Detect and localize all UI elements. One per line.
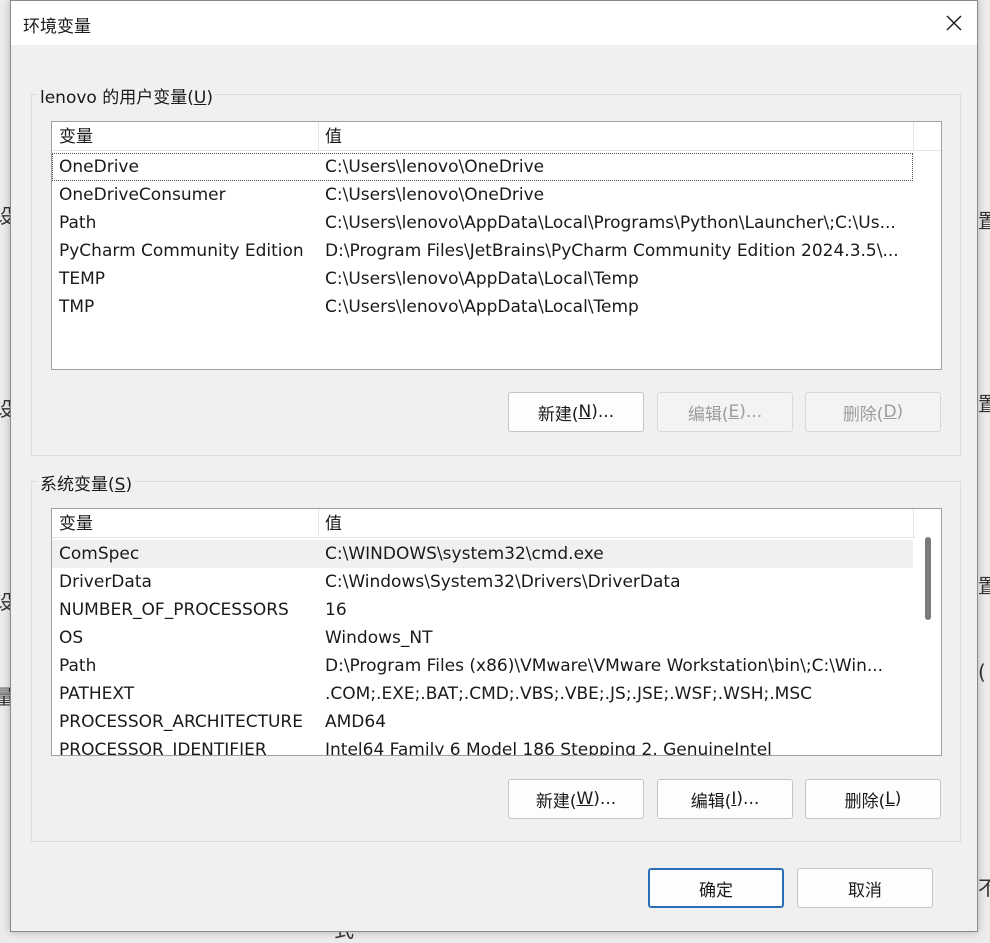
user-edit-button[interactable]: 编辑(E)... xyxy=(657,392,793,432)
variable-name: OS xyxy=(59,628,84,648)
background-fragment: 置 xyxy=(978,209,990,233)
variable-value: 16 xyxy=(325,600,347,620)
vertical-scrollbar[interactable] xyxy=(915,509,941,755)
variable-value: D:\Program Files (x86)\VMware\VMware Wor… xyxy=(325,656,884,676)
table-row[interactable]: OneDriveConsumer C:\Users\lenovo\OneDriv… xyxy=(52,181,913,209)
table-row[interactable]: DriverData C:\Windows\System32\Drivers\D… xyxy=(52,568,913,596)
variable-name: PROCESSOR_ARCHITECTURE xyxy=(59,712,303,732)
table-row[interactable]: Path C:\Users\lenovo\AppData\Local\Progr… xyxy=(52,209,913,237)
table-row[interactable]: OneDrive C:\Users\lenovo\OneDrive xyxy=(52,153,913,181)
variable-value: Windows_NT xyxy=(325,628,433,648)
variable-value: AMD64 xyxy=(325,712,387,732)
variable-name: PROCESSOR_IDENTIFIER xyxy=(59,740,267,756)
system-variables-label: 系统变量(S) xyxy=(38,470,135,495)
scroll-thumb[interactable] xyxy=(925,537,931,620)
variable-value: C:\WINDOWS\system32\cmd.exe xyxy=(325,544,604,564)
variable-name: PyCharm Community Edition xyxy=(59,241,304,261)
ok-button[interactable]: 确定 xyxy=(648,868,784,908)
column-separator[interactable] xyxy=(913,122,914,150)
dialog-title: 环境变量 xyxy=(23,17,91,37)
column-header-name[interactable]: 变量 xyxy=(52,509,318,537)
variable-value: C:\Users\lenovo\OneDrive xyxy=(325,157,545,177)
user-delete-button[interactable]: 删除(D) xyxy=(805,392,941,432)
user-variables-list[interactable]: 变量 值 OneDrive C:\Users\lenovo\OneDrive O… xyxy=(51,121,942,370)
column-header-value[interactable]: 值 xyxy=(318,122,913,150)
user-variables-label: lenovo 的用户变量(U) xyxy=(38,83,215,108)
variable-name: DriverData xyxy=(59,572,152,592)
table-row[interactable]: PyCharm Community Edition D:\Program Fil… xyxy=(52,237,913,265)
environment-variables-dialog: 环境变量 lenovo 的用户变量(U) 变量 值 OneDrive C:\Us… xyxy=(10,0,978,932)
variable-name: OneDriveConsumer xyxy=(59,185,226,205)
variable-value: D:\Program Files\JetBrains\PyCharm Commu… xyxy=(325,241,899,261)
close-icon xyxy=(946,15,962,31)
variable-name: TEMP xyxy=(59,269,106,289)
background-fragment: 置 xyxy=(978,392,990,416)
variable-name: NUMBER_OF_PROCESSORS xyxy=(59,600,289,620)
system-delete-button[interactable]: 删除(L) xyxy=(805,779,941,819)
table-row[interactable]: Path D:\Program Files (x86)\VMware\VMwar… xyxy=(52,652,913,680)
variable-value: C:\Users\lenovo\OneDrive xyxy=(325,185,545,205)
title-bar[interactable]: 环境变量 xyxy=(11,1,977,45)
system-variables-list[interactable]: 变量 值 ComSpec C:\WINDOWS\system32\cmd.exe… xyxy=(51,508,942,756)
user-new-button[interactable]: 新建(N)... xyxy=(508,392,644,432)
variable-value: C:\Users\lenovo\AppData\Local\Temp xyxy=(325,297,639,317)
background-fragment: 置 xyxy=(978,574,990,598)
variable-name: ComSpec xyxy=(59,544,140,564)
column-header-value[interactable]: 值 xyxy=(318,509,913,537)
column-header-name[interactable]: 变量 xyxy=(52,122,318,150)
table-row[interactable]: OS Windows_NT xyxy=(52,624,913,652)
variable-value: C:\Windows\System32\Drivers\DriverData xyxy=(325,572,681,592)
table-row[interactable]: NUMBER_OF_PROCESSORS 16 xyxy=(52,596,913,624)
cancel-button[interactable]: 取消 xyxy=(797,868,933,908)
variable-name: TMP xyxy=(59,297,95,317)
system-new-button[interactable]: 新建(W)... xyxy=(508,779,644,819)
variable-value: C:\Users\lenovo\AppData\Local\Programs\P… xyxy=(325,213,896,233)
variable-value: .COM;.EXE;.BAT;.CMD;.VBS;.VBE;.JS;.JSE;.… xyxy=(325,684,813,704)
table-row[interactable]: TMP C:\Users\lenovo\AppData\Local\Temp xyxy=(52,293,913,321)
background-fragment: ( xyxy=(978,660,986,684)
table-row[interactable]: PATHEXT .COM;.EXE;.BAT;.CMD;.VBS;.VBE;.J… xyxy=(52,680,913,708)
table-row[interactable]: TEMP C:\Users\lenovo\AppData\Local\Temp xyxy=(52,265,913,293)
variable-name: OneDrive xyxy=(59,157,139,177)
list-header: 变量 值 xyxy=(52,122,941,151)
variable-value: C:\Users\lenovo\AppData\Local\Temp xyxy=(325,269,639,289)
variable-value: Intel64 Family 6 Model 186 Stepping 2, G… xyxy=(325,740,772,756)
variable-name: Path xyxy=(59,213,97,233)
list-header: 变量 值 xyxy=(52,509,941,538)
variable-name: Path xyxy=(59,656,97,676)
close-button[interactable] xyxy=(931,1,977,45)
column-separator[interactable] xyxy=(913,509,914,537)
table-row[interactable]: PROCESSOR_IDENTIFIER Intel64 Family 6 Mo… xyxy=(52,736,913,756)
background-fragment: 不 xyxy=(978,876,990,900)
system-edit-button[interactable]: 编辑(I)... xyxy=(657,779,793,819)
variable-name: PATHEXT xyxy=(59,684,135,704)
table-row[interactable]: ComSpec C:\WINDOWS\system32\cmd.exe xyxy=(52,540,913,568)
table-row[interactable]: PROCESSOR_ARCHITECTURE AMD64 xyxy=(52,708,913,736)
